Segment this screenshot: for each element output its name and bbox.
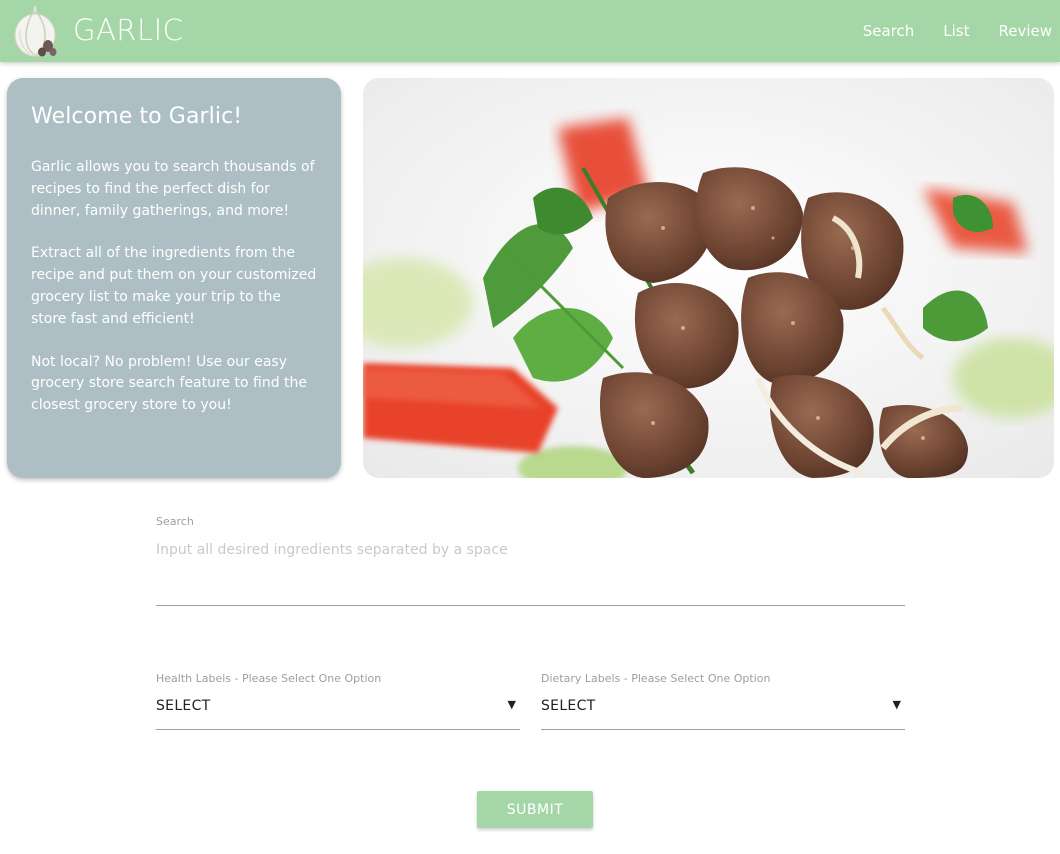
welcome-paragraph-ingredients: Extract all of the ingredients from the … [31,245,317,327]
nav-list-link[interactable]: List [943,0,969,62]
navbar: GARLIC Search List Review [0,0,1060,62]
welcome-paragraph-store: Not local? No problem! Use our easy groc… [31,353,308,414]
dietary-labels-select[interactable]: SELECT ▼ [541,692,905,730]
health-labels-label: Health Labels - Please Select One Option [156,672,382,685]
health-labels-select[interactable]: SELECT ▼ [156,692,520,730]
search-label: Search [156,515,194,528]
brand-name[interactable]: GARLIC [73,11,183,49]
health-labels-selected-value: SELECT [156,698,211,714]
nav-search-link[interactable]: Search [863,0,915,62]
ingredients-search-input[interactable] [156,534,905,606]
caret-down-icon: ▼ [507,698,516,711]
welcome-card: Welcome to Garlic! Garlic allows you to … [7,78,341,478]
nav-links: Search List Review [834,0,1052,62]
dietary-labels-label: Dietary Labels - Please Select One Optio… [541,672,771,685]
hero-food-image [363,78,1054,478]
welcome-title: Welcome to Garlic! [31,104,243,129]
nav-review-link[interactable]: Review [998,0,1052,62]
garlic-logo-icon[interactable] [8,2,66,60]
submit-button[interactable]: SUBMIT [477,791,593,828]
welcome-paragraph-search: Garlic allows you to search thousands of… [31,159,315,219]
dietary-labels-selected-value: SELECT [541,698,596,714]
caret-down-icon: ▼ [892,698,901,711]
